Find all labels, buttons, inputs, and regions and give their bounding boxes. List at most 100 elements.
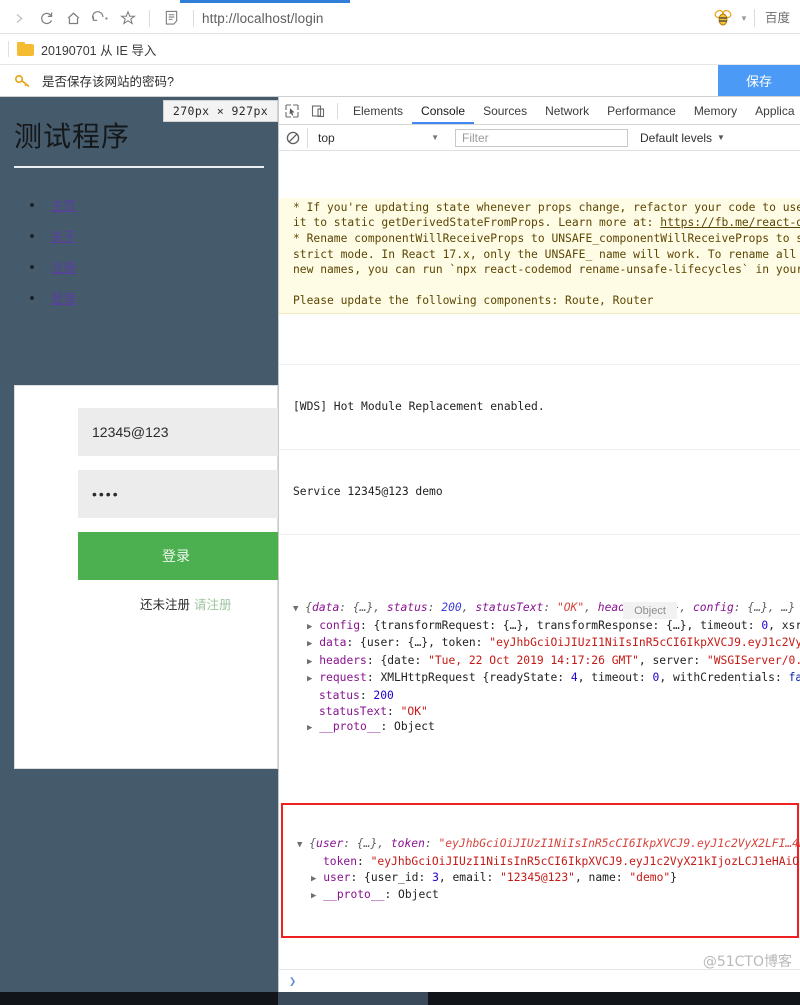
devtools-tabbar: Elements Console Sources Network Perform… [279,97,800,125]
tab-console[interactable]: Console [412,97,474,124]
response-object-group[interactable]: ▼ {data: {…}, status: 200, statusText: "… [279,600,800,737]
user-row-proto[interactable]: ▶ __proto__: Object [297,888,439,901]
user-summary: {user: {…}, token: "eyJhbGciOiJIUzI1NiIs… [309,837,800,851]
warn-line-4: strict mode. In React 17.x, only the UNS… [293,247,800,261]
nav-link-about[interactable]: 关于 [51,226,76,245]
expand-triangle-icon[interactable]: ▶ [307,657,312,667]
expand-triangle-icon[interactable]: ▶ [311,891,316,901]
response-row-headers[interactable]: ▶ headers: {date: "Tue, 22 Oct 2019 14:1… [293,654,800,667]
login-card: 登录 还未注册请注册 [14,385,278,769]
response-row-proto[interactable]: ▶ __proto__: Object [293,720,435,733]
reader-mode-icon[interactable] [158,5,185,32]
object-hover-tooltip: Object [623,602,677,619]
url-text: http://localhost/login [202,10,324,26]
console-context-value: top [318,130,335,145]
response-summary: {data: {…}, status: 200, statusText: "OK… [305,601,796,615]
save-password-button[interactable]: 保存 [718,65,800,96]
nav-link-login[interactable]: 登录 [51,288,76,307]
console-row-divider-3 [279,533,800,535]
chevron-down-icon-levels: ▼ [717,133,725,142]
expand-triangle-icon[interactable]: ▶ [311,874,316,884]
collapse-triangle-icon[interactable]: ▼ [293,604,298,614]
response-row-data[interactable]: ▶ data: {user: {…}, token: "eyJhbGciOiJI… [293,636,800,649]
password-field[interactable] [78,470,278,518]
screenshot-root: http://localhost/login ▼ 百度 20190701 从 I… [0,0,800,1005]
tab-sources[interactable]: Sources [474,97,536,124]
console-toolbar: top ▼ Filter Default levels ▼ [279,125,800,151]
warn-line-7: Please update the following components: … [293,294,654,308]
title-divider [14,166,264,168]
response-row-statustext: statusText: "OK" [319,704,428,718]
inspect-element-icon[interactable] [279,98,305,124]
devtools-panel: Elements Console Sources Network Perform… [278,97,800,1005]
address-bar[interactable]: http://localhost/login [202,5,710,32]
bookmarks-bar: 20190701 从 IE 导入 [0,34,800,65]
back-arrow-dropdown-icon[interactable] [87,5,114,32]
console-prompt[interactable]: ❯ [279,969,800,991]
register-prompt-text: 还未注册 [140,597,191,612]
response-row-request[interactable]: ▶ request: XMLHttpRequest {readyState: 4… [293,671,800,684]
page-viewport: 测试程序 主页 关于 注册 登录 登录 [0,97,278,1005]
console-filter-placeholder: Filter [462,130,489,145]
bee-extension-icon[interactable] [710,5,736,31]
clear-console-icon[interactable] [279,131,307,145]
console-output[interactable]: * If you're updating state whenever prop… [279,151,800,979]
password-save-bar: 是否保存该网站的密码? 保存 [0,65,800,97]
user-row-token: token: "eyJhbGciOiJIUzI1NiIsInR5cCI6IkpX… [323,854,800,868]
highlight-box-user-object: ▼ {user: {…}, token: "eyJhbGciOiJIUzI1Ni… [281,803,800,938]
react-warning-message: * If you're updating state whenever prop… [279,197,800,314]
tab-performance[interactable]: Performance [598,97,685,124]
nav-item-register[interactable]: 注册 [30,251,76,282]
console-context-select[interactable]: top ▼ [307,127,447,148]
site-nav: 主页 关于 注册 登录 [30,189,76,313]
email-field[interactable] [78,408,278,456]
response-row-config[interactable]: ▶ config: {transformRequest: {…}, transf… [293,619,800,632]
console-level-select[interactable]: Default levels ▼ [640,131,725,145]
chevron-down-icon-extension[interactable]: ▼ [736,14,752,23]
nav-link-home[interactable]: 主页 [51,195,76,214]
watermark: @51CTO博客 [702,954,792,970]
devtools-tab-divider [337,102,338,119]
expand-triangle-icon[interactable]: ▶ [307,723,312,733]
react-docs-link[interactable]: https://fb.me/react-de [660,216,800,229]
warn-line-3: * Rename componentWillReceiveProps to UN… [293,231,800,245]
console-prompt-chevron-icon: ❯ [289,973,297,988]
log-service: Service 12345@123 demo [293,484,443,498]
console-filter-input[interactable]: Filter [455,128,628,147]
user-row-user[interactable]: ▶ user: {user_id: 3, email: "12345@123",… [297,871,677,884]
toolbar-divider [149,9,150,27]
chevron-right-icon[interactable] [6,5,33,32]
warn-line-1: * If you're updating state whenever prop… [293,200,800,214]
toggle-device-toolbar-icon[interactable] [305,98,331,124]
tab-memory[interactable]: Memory [685,97,746,124]
response-row-status: status: 200 [319,689,394,702]
nav-item-login[interactable]: 登录 [30,282,76,313]
nav-item-about[interactable]: 关于 [30,220,76,251]
expand-triangle-icon[interactable]: ▶ [307,639,312,649]
log-wds: [WDS] Hot Module Replacement enabled. [293,399,545,413]
bullet-icon [30,202,34,207]
page-title: 测试程序 [14,120,131,153]
home-icon[interactable] [60,5,87,32]
expand-triangle-icon[interactable]: ▶ [307,674,312,684]
nav-link-register[interactable]: 注册 [51,257,76,276]
toolbar-divider-2 [193,9,194,27]
tab-application[interactable]: Applica [746,97,800,124]
taskbar-segment [278,992,428,1005]
bookmark-item-ie-import[interactable]: 20190701 从 IE 导入 [41,40,156,59]
user-object-group[interactable]: ▼ {user: {…}, token: "eyJhbGciOiJIUzI1Ni… [283,836,800,904]
collapse-triangle-icon[interactable]: ▼ [297,840,302,850]
search-engine-label[interactable]: 百度 [753,9,800,27]
console-row-divider-2 [279,448,800,450]
nav-item-home[interactable]: 主页 [30,189,76,220]
password-prompt-text: 是否保存该网站的密码? [42,75,174,89]
tab-elements[interactable]: Elements [344,97,412,124]
star-icon[interactable] [114,5,141,32]
register-link[interactable]: 请注册 [194,597,232,612]
chevron-down-icon-context: ▼ [431,133,439,142]
login-submit-button[interactable]: 登录 [78,532,278,580]
expand-triangle-icon[interactable]: ▶ [307,622,312,632]
tab-network[interactable]: Network [536,97,598,124]
browser-toolbar: http://localhost/login ▼ 百度 [0,3,800,34]
reload-icon[interactable] [33,5,60,32]
